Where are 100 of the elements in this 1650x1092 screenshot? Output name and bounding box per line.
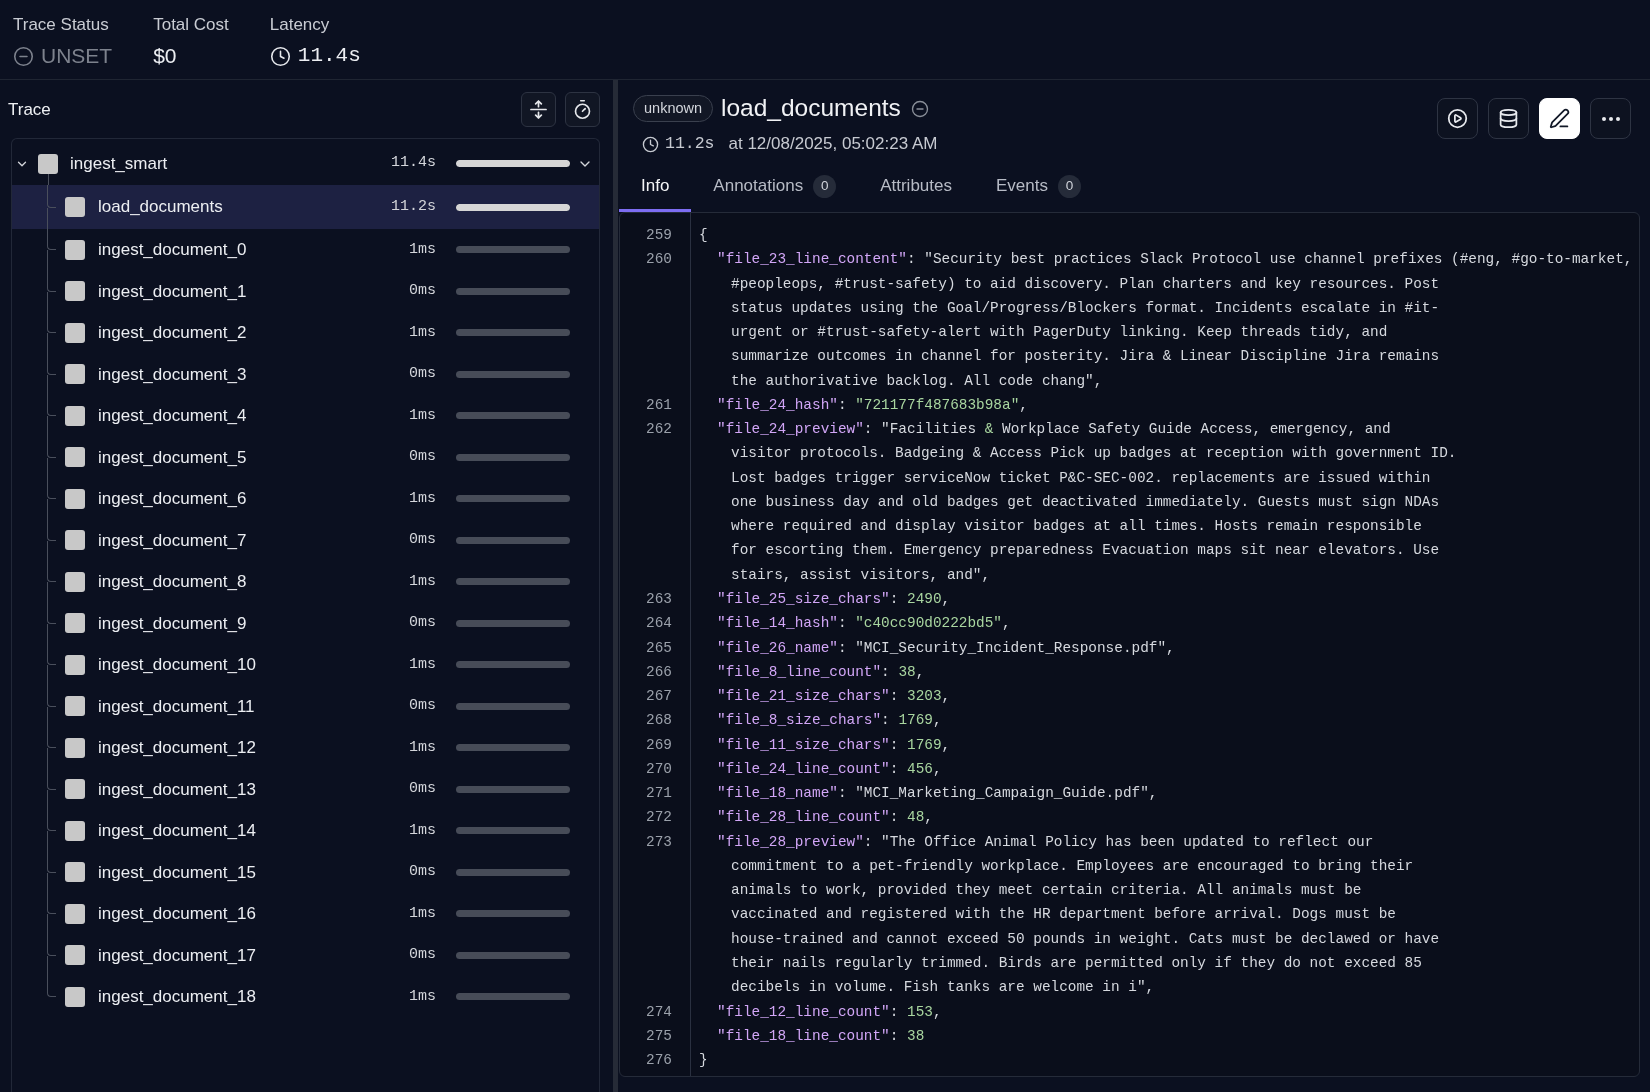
tree-item[interactable]: load_documents 11.2s — [12, 185, 599, 229]
clock-icon — [269, 45, 291, 67]
span-duration: 0ms — [409, 447, 436, 467]
tree-item[interactable]: ingest_document_10 1ms — [12, 644, 599, 686]
tree-item[interactable]: ingest_document_14 1ms — [12, 810, 599, 852]
span-name: ingest_document_12 — [98, 737, 256, 759]
span-duration: 1ms — [409, 654, 436, 675]
tree-item[interactable]: ingest_document_1 0ms — [12, 270, 599, 312]
tree-item[interactable]: ingest_document_15 0ms — [12, 851, 599, 893]
tree-item[interactable]: ingest_document_11 0ms — [12, 685, 599, 727]
span-duration: 1ms — [409, 239, 436, 260]
code-line: "file_24_hash": "721177f487683b98a", — [717, 395, 1028, 415]
span-duration: 0ms — [409, 945, 436, 965]
summary-label: Trace Status — [13, 15, 109, 35]
code-line: "file_18_name": "MCI_Marketing_Campaign_Guide.pdf", — [717, 784, 1158, 804]
expand-button[interactable] — [521, 92, 556, 127]
square-icon — [65, 197, 85, 217]
span-name: ingest_document_17 — [98, 944, 256, 967]
line-number: 265 — [646, 638, 672, 658]
line-number: 262 — [646, 420, 672, 440]
span-duration: 0ms — [409, 779, 436, 799]
line-number: 263 — [646, 590, 672, 609]
span-duration: 1ms — [409, 986, 436, 1007]
line-number: 261 — [646, 395, 672, 415]
span-duration: 0ms — [409, 696, 436, 716]
span-name: ingest_document_3 — [98, 363, 247, 386]
expand-vertical-icon — [530, 100, 547, 119]
summary-value: 11.4s — [297, 43, 361, 69]
tab-count: 0 — [1057, 174, 1081, 198]
span-name: ingest_document_4 — [98, 405, 247, 427]
square-icon — [65, 613, 85, 634]
code-line: "file_8_size_chars": 1769, — [717, 711, 942, 731]
timer-button[interactable] — [565, 92, 600, 127]
code-line: "file_8_line_count": 38, — [717, 662, 925, 682]
square-icon — [65, 488, 85, 509]
tab[interactable]: Annotations 0 — [691, 160, 859, 212]
code-line: "file_11_size_chars": 1769, — [717, 735, 951, 755]
code-line: "file_25_size_chars": 2490, — [717, 590, 951, 609]
code-line: { — [699, 226, 708, 245]
line-number: 260 — [646, 250, 672, 270]
span-name: ingest_document_13 — [98, 778, 256, 801]
span-name: ingest_document_6 — [98, 488, 247, 510]
line-number: 269 — [646, 735, 672, 755]
span-duration: 1ms — [409, 903, 436, 924]
square-icon — [65, 862, 85, 883]
tree-item[interactable]: ingest_document_8 1ms — [12, 561, 599, 603]
more-button[interactable] — [1590, 98, 1631, 139]
line-number: 259 — [646, 226, 672, 245]
ellipsis-icon — [1601, 116, 1620, 121]
database-icon — [1498, 108, 1519, 129]
line-number: 274 — [646, 1002, 672, 1022]
square-icon — [65, 364, 85, 385]
clock-icon — [642, 135, 659, 153]
span-name: ingest_document_14 — [98, 820, 256, 842]
tree-item[interactable]: ingest_document_4 1ms — [12, 395, 599, 437]
tree-item[interactable]: ingest_document_17 0ms — [12, 934, 599, 976]
tree-item[interactable]: ingest_document_2 1ms — [12, 312, 599, 354]
square-icon — [65, 903, 85, 924]
square-icon — [65, 654, 85, 675]
summary-value: $0 — [153, 43, 177, 69]
span-duration: 1ms — [409, 405, 436, 426]
square-icon — [65, 447, 85, 468]
span-duration: 0ms — [409, 613, 436, 633]
tab[interactable]: Attributes — [858, 160, 974, 212]
edit-button[interactable] — [1539, 98, 1580, 139]
span-duration: 1ms — [409, 737, 436, 758]
tree-item[interactable]: ingest_document_16 1ms — [12, 893, 599, 935]
code-line: "file_12_line_count": 153, — [717, 1002, 942, 1022]
square-icon — [65, 696, 85, 717]
square-icon — [65, 737, 85, 758]
span-name: ingest_document_11 — [98, 695, 255, 718]
tree-item[interactable]: ingest_document_18 1ms — [12, 976, 599, 1018]
tree-item[interactable]: ingest_document_5 0ms — [12, 436, 599, 478]
tree-item[interactable]: ingest_document_12 1ms — [12, 727, 599, 769]
tab[interactable]: Events 0 — [973, 160, 1103, 212]
summary-label: Latency — [269, 15, 330, 35]
square-icon — [65, 945, 85, 966]
tree-item[interactable]: ingest_document_3 0ms — [12, 353, 599, 395]
play-button[interactable] — [1437, 98, 1478, 139]
tree-item[interactable]: ingest_document_0 1ms — [12, 229, 599, 271]
square-icon — [65, 571, 85, 592]
tree-item[interactable]: ingest_document_7 0ms — [12, 519, 599, 561]
line-number: 272 — [646, 808, 672, 828]
line-number: 276 — [646, 1051, 672, 1071]
tree-item[interactable]: ingest_smart 11.4s — [12, 142, 599, 185]
line-number: 271 — [646, 784, 672, 804]
span-duration: 11.2s — [665, 132, 715, 155]
square-icon — [38, 153, 58, 174]
tree-item[interactable]: ingest_document_13 0ms — [12, 768, 599, 810]
tree-item[interactable]: ingest_document_9 0ms — [12, 602, 599, 644]
tree-item[interactable]: ingest_document_6 1ms — [12, 478, 599, 520]
summary-value: UNSET — [41, 43, 113, 69]
tab-count: 0 — [813, 174, 837, 198]
square-icon — [65, 405, 85, 426]
database-button[interactable] — [1488, 98, 1529, 139]
span-title: load_documents — [721, 93, 901, 124]
span-name: ingest_smart — [70, 152, 168, 175]
span-kind-badge: unknown — [633, 95, 714, 122]
circle-minus-icon — [13, 45, 34, 67]
line-number: 273 — [646, 832, 672, 852]
